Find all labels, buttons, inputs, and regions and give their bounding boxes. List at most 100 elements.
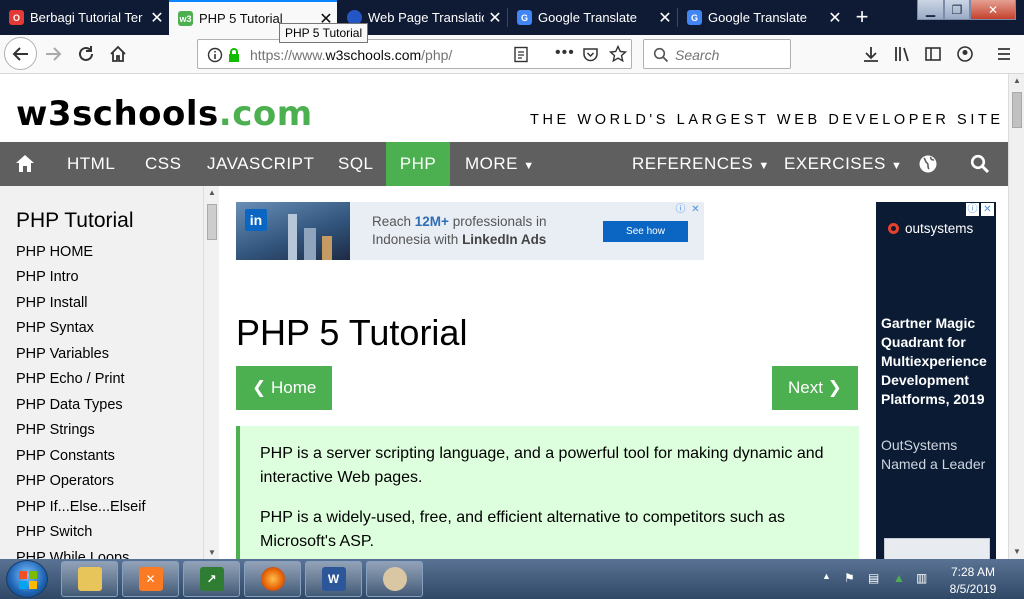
close-icon[interactable]: ✕ <box>484 8 506 28</box>
sidebar-scrollbar[interactable]: ▲ ▼ <box>203 186 219 559</box>
site-search-button[interactable] <box>970 142 992 186</box>
sidebar-item-php-strings[interactable]: PHP Strings <box>16 422 95 438</box>
sidebar-item-php-while-loops[interactable]: PHP While Loops <box>16 550 129 559</box>
scroll-down-arrow-icon[interactable]: ▼ <box>208 548 216 557</box>
nav-more[interactable]: MORE ▼ <box>465 142 535 186</box>
url-domain: w3schools.com <box>325 47 422 63</box>
home-button[interactable] <box>103 39 133 69</box>
network-status-icon[interactable]: ▲ <box>893 571 905 585</box>
outsystems-side-ad[interactable]: ⓘ ✕ outsystems Gartner Magic Quadrant fo… <box>876 202 996 559</box>
sidebar-item-php-echo-print[interactable]: PHP Echo / Print <box>16 371 125 387</box>
nav-css[interactable]: CSS <box>145 142 181 186</box>
sidebar-item-php-install[interactable]: PHP Install <box>16 295 87 311</box>
sidebar-scroll-thumb[interactable] <box>207 204 217 240</box>
nav-php[interactable]: PHP <box>386 142 450 186</box>
sidebar-item-php-constants[interactable]: PHP Constants <box>16 448 115 464</box>
nav-javascript[interactable]: JAVASCRIPT <box>207 142 314 186</box>
linkedin-ad-banner[interactable]: in Reach 12M+ professionals in Indonesia… <box>236 202 704 260</box>
browser-window: O Berbagi Tutorial Ter ✕ w3 PHP 5 Tutori… <box>0 0 1024 599</box>
pocket-icon[interactable] <box>582 46 599 63</box>
scroll-down-arrow-icon[interactable]: ▼ <box>1013 547 1021 556</box>
tab-google-translate-2[interactable]: G Google Translate ✕ <box>678 0 846 35</box>
sidebars-button[interactable] <box>918 39 948 69</box>
ad-see-how-button[interactable]: See how <box>603 221 688 242</box>
back-button[interactable] <box>4 37 37 70</box>
menu-button[interactable] <box>989 39 1019 69</box>
site-logo[interactable]: w3schools.com <box>16 94 313 134</box>
hamburger-menu-icon <box>998 48 1010 60</box>
scroll-up-arrow-icon[interactable]: ▲ <box>208 188 216 197</box>
ad-close-icon[interactable]: ✕ <box>981 203 994 216</box>
close-window-button[interactable]: ✕ <box>970 0 1016 20</box>
device-icon[interactable]: ▤ <box>868 571 879 585</box>
ad-line-1-pre: Reach <box>372 214 415 229</box>
sidebar-item-php-data-types[interactable]: PHP Data Types <box>16 397 123 413</box>
info-icon[interactable] <box>207 47 223 63</box>
sidebar-item-php-variables[interactable]: PHP Variables <box>16 346 109 362</box>
adchoices-icon[interactable]: ⓘ <box>966 203 979 216</box>
page-scrollbar[interactable]: ▲ ▼ <box>1008 74 1024 559</box>
action-center-flag-icon[interactable]: ⚑ <box>844 571 855 585</box>
nav-exercises[interactable]: EXERCISES ▼ <box>784 142 902 186</box>
clock-time[interactable]: 7:28 AM <box>948 565 998 579</box>
downloads-button[interactable] <box>856 39 886 69</box>
lock-icon[interactable] <box>227 47 241 63</box>
search-box[interactable]: Search <box>643 39 791 69</box>
start-button[interactable] <box>6 560 48 598</box>
clock-date[interactable]: 8/5/2019 <box>946 582 1000 596</box>
taskbar-word[interactable]: W <box>305 561 362 597</box>
account-button[interactable] <box>950 39 980 69</box>
nav-sql[interactable]: SQL <box>338 142 374 186</box>
nav-references[interactable]: REFERENCES ▼ <box>632 142 770 186</box>
tab-berbagi[interactable]: O Berbagi Tutorial Ter ✕ <box>0 0 168 35</box>
adchoices-icon[interactable]: ⓘ <box>674 203 687 216</box>
maximize-button[interactable]: ❐ <box>944 0 970 20</box>
show-hidden-icons-arrow[interactable]: ▲ <box>822 571 831 581</box>
minimize-button[interactable]: ▁ <box>917 0 944 20</box>
sidebar-item-php-intro[interactable]: PHP Intro <box>16 269 79 285</box>
network-icon[interactable]: ▥ <box>916 571 927 585</box>
close-icon[interactable]: ✕ <box>824 8 846 28</box>
nav-home[interactable] <box>0 142 50 186</box>
library-button[interactable] <box>887 39 917 69</box>
sidebar-item-php-switch[interactable]: PHP Switch <box>16 524 92 540</box>
reader-view-icon[interactable] <box>513 46 529 63</box>
sidebar-item-php-home[interactable]: PHP HOME <box>16 244 93 260</box>
taskbar-explorer[interactable] <box>61 561 118 597</box>
new-tab-button[interactable]: + <box>848 3 876 31</box>
tab-google-translate-1[interactable]: G Google Translate ✕ <box>508 0 676 35</box>
firefox-icon <box>260 567 285 591</box>
reload-button[interactable] <box>71 39 101 69</box>
taskbar-firefox[interactable] <box>244 561 301 597</box>
home-prev-button[interactable]: ❮ Home <box>236 366 333 410</box>
translate-button[interactable] <box>918 142 940 186</box>
page-actions-icon[interactable]: ••• <box>555 44 575 62</box>
ad-close-icon[interactable]: ✕ <box>689 203 702 216</box>
outsystems-ring-icon <box>888 223 899 234</box>
nav-exercises-label: EXERCISES <box>784 154 886 173</box>
ad-tower <box>304 228 316 260</box>
site-tagline: THE WORLD'S LARGEST WEB DEVELOPER SITE <box>530 112 1004 128</box>
sidebar-item-php-if-else[interactable]: PHP If...Else...Elseif <box>16 499 145 515</box>
taskbar-xampp[interactable]: ✕ <box>122 561 179 597</box>
download-icon <box>864 47 878 62</box>
sidebar-item-php-syntax[interactable]: PHP Syntax <box>16 320 94 336</box>
taskbar-paint[interactable] <box>366 561 423 597</box>
next-button[interactable]: Next ❯ <box>772 366 858 410</box>
scroll-up-arrow-icon[interactable]: ▲ <box>1013 76 1021 85</box>
close-icon[interactable]: ✕ <box>654 8 676 28</box>
close-icon[interactable]: ✕ <box>146 8 168 28</box>
ad-tower <box>288 214 297 260</box>
taskbar-task-manager[interactable]: ↗ <box>183 561 240 597</box>
search-placeholder: Search <box>675 47 720 63</box>
search-icon <box>970 154 990 174</box>
nav-references-label: REFERENCES <box>632 154 754 173</box>
linkedin-logo: in <box>245 209 267 231</box>
page-scroll-thumb[interactable] <box>1012 92 1022 128</box>
url-bar[interactable]: https://www.w3schools.com/php/ ••• <box>197 39 632 69</box>
ad-line-1-bold: 12M+ <box>414 214 449 229</box>
bookmark-star-icon[interactable] <box>609 45 627 63</box>
sidebar-item-php-operators[interactable]: PHP Operators <box>16 473 114 489</box>
forward-button[interactable] <box>38 39 68 69</box>
nav-html[interactable]: HTML <box>67 142 115 186</box>
